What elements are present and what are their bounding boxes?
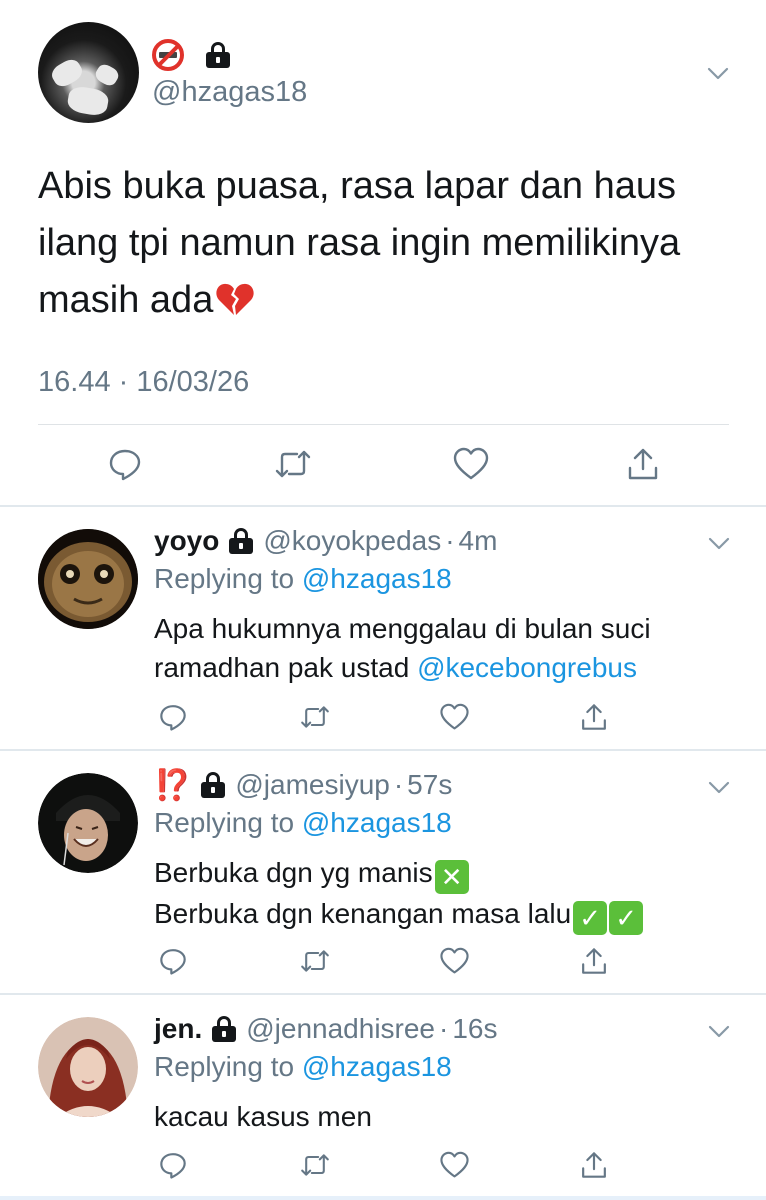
- separator-dot: ·: [393, 769, 404, 800]
- no-smoking-icon: [152, 39, 184, 71]
- lock-icon: [206, 42, 230, 68]
- reply-text: kacau kasus men: [154, 1101, 372, 1132]
- replying-to: Replying to @hzagas18: [154, 1051, 452, 1083]
- reply-handle[interactable]: @koyokpedas: [263, 525, 441, 557]
- reply-tweet[interactable]: jen. @jennadhisree · 16s Replying to @hz…: [0, 995, 766, 1196]
- main-tweet-handle[interactable]: @hzagas18: [152, 76, 307, 109]
- replying-to: Replying to @hzagas18: [154, 807, 452, 839]
- reply-time: 16s: [452, 1013, 498, 1044]
- replying-to-mention[interactable]: @hzagas18: [302, 807, 452, 838]
- chevron-down-icon[interactable]: [706, 774, 732, 800]
- share-icon[interactable]: [577, 700, 611, 734]
- reply-icon[interactable]: [156, 1148, 190, 1182]
- reply-text-line: Berbuka dgn yg manis ✕: [154, 853, 734, 894]
- main-tweet-text-content: Abis buka puasa, rasa lapar dan haus ila…: [38, 165, 681, 321]
- reply-icon[interactable]: [156, 944, 190, 978]
- main-tweet-timestamp: 16.44 · 16/03/26: [38, 366, 250, 398]
- reply-text-mention[interactable]: @kecebongrebus: [417, 652, 637, 683]
- retweet-icon[interactable]: [298, 700, 332, 734]
- cross-mark-icon: ✕: [434, 860, 469, 894]
- replying-to-mention[interactable]: @hzagas18: [302, 563, 452, 594]
- reply-text-line: Berbuka dgn kenangan masa lalu ✓ ✓: [154, 894, 734, 935]
- reply-time: 57s: [407, 769, 453, 800]
- reply-header: ⁉️ @jamesiyup · 57s: [154, 768, 452, 802]
- reply-avatar[interactable]: [38, 1017, 138, 1117]
- replying-to: Replying to @hzagas18: [154, 563, 452, 595]
- reply-header: yoyo @koyokpedas · 4m: [154, 524, 497, 558]
- main-tweet: @hzagas18 Abis buka puasa, rasa lapar da…: [0, 0, 766, 505]
- reply-time: 4m: [458, 525, 498, 556]
- reply-tweet[interactable]: yoyo @koyokpedas · 4m Replying to @hzaga…: [0, 507, 766, 749]
- like-icon[interactable]: [451, 444, 491, 484]
- reply-tweet[interactable]: ⁉️ @jamesiyup · 57s Replying to @hzagas1…: [0, 751, 766, 993]
- check-mark-icon: ✓: [609, 901, 644, 935]
- replying-to-label: Replying to: [154, 807, 295, 838]
- replying-to-label: Replying to: [154, 1051, 295, 1082]
- main-tweet-avatar[interactable]: [38, 22, 139, 123]
- separator-dot: ·: [439, 1013, 449, 1044]
- reply-handle[interactable]: @jamesiyup: [235, 769, 389, 801]
- separator-dot: ·: [445, 525, 455, 556]
- retweet-icon[interactable]: [298, 944, 332, 978]
- retweet-icon[interactable]: [298, 1148, 332, 1182]
- share-icon[interactable]: [577, 944, 611, 978]
- reply-avatar[interactable]: [38, 773, 138, 873]
- lock-icon: [229, 528, 254, 554]
- reply-text: Berbuka dgn yg manis ✕ Berbuka dgn kenang…: [154, 853, 734, 935]
- like-icon[interactable]: [437, 1148, 471, 1182]
- retweet-icon[interactable]: [273, 444, 313, 484]
- reply-display-name[interactable]: ⁉️: [154, 768, 191, 803]
- check-mark-icon: ✓: [573, 901, 608, 935]
- share-icon[interactable]: [577, 1148, 611, 1182]
- reply-icon[interactable]: [156, 700, 190, 734]
- chevron-down-icon[interactable]: [706, 1018, 732, 1044]
- reply-text-content: Berbuka dgn yg manis: [154, 857, 433, 888]
- share-icon[interactable]: [623, 444, 663, 484]
- replying-to-mention[interactable]: @hzagas18: [302, 1051, 452, 1082]
- replying-to-label: Replying to: [154, 563, 295, 594]
- reply-header: jen. @jennadhisree · 16s: [154, 1012, 498, 1046]
- reply-display-name[interactable]: yoyo: [154, 525, 219, 557]
- chevron-down-icon[interactable]: [706, 530, 732, 556]
- lock-icon: [212, 1016, 237, 1042]
- reply-text-content: Berbuka dgn kenangan masa lalu: [154, 898, 572, 929]
- reply-handle[interactable]: @jennadhisree: [246, 1013, 435, 1045]
- main-tweet-badges: [152, 38, 240, 72]
- reply-icon[interactable]: [105, 444, 145, 484]
- broken-heart-icon: [216, 283, 254, 315]
- bottom-edge: [0, 1196, 766, 1200]
- main-tweet-text: Abis buka puasa, rasa lapar dan haus ila…: [38, 158, 738, 329]
- lock-icon: [201, 772, 226, 798]
- like-icon[interactable]: [437, 700, 471, 734]
- like-icon[interactable]: [437, 944, 471, 978]
- divider: [38, 424, 729, 425]
- main-tweet-actions: [0, 444, 766, 484]
- reply-display-name[interactable]: jen.: [154, 1013, 202, 1045]
- reply-text: Apa hukumnya menggalau di bulan suci ram…: [154, 609, 734, 687]
- reply-avatar[interactable]: [38, 529, 138, 629]
- chevron-down-icon[interactable]: [705, 60, 731, 86]
